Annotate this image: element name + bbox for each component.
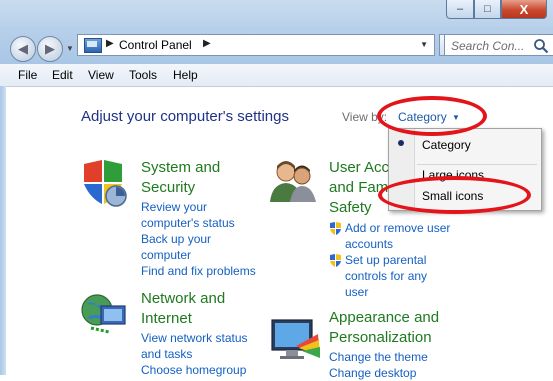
view-network-status-link[interactable]: View network status and tasks [141,330,248,362]
parental-controls-link[interactable]: Set up parental controls for any user [345,252,427,300]
address-dropdown[interactable]: ▼ [420,40,428,49]
annotation-ellipse-small-icons [378,176,531,214]
menu-edit[interactable]: Edit [52,68,73,82]
network-internet-title-line2[interactable]: Internet [141,309,225,329]
appearance-title[interactable]: Appearance and Personalization [329,308,439,348]
link-line[interactable]: accounts [345,236,450,252]
close-button[interactable]: X [501,0,547,19]
maximize-button[interactable]: □ [474,0,501,19]
change-theme-link[interactable]: Change the theme [329,349,428,365]
security-shield-icon[interactable] [80,158,130,210]
breadcrumb-control-panel[interactable]: Control Panel [119,38,192,52]
link-line[interactable]: Back up your [141,231,211,247]
back-button[interactable]: ◀ [10,36,36,62]
window-title-bar: – □ X ◀ ▶ ▼ ▶ Control Panel ▶ ▼ ⇆ Search… [0,0,553,65]
menu-view[interactable]: View [88,68,114,82]
control-panel-icon [84,38,102,53]
system-security-title[interactable]: System and Security [141,158,220,198]
breadcrumb-separator[interactable]: ▶ [203,38,211,49]
add-remove-accounts-link[interactable]: Add or remove user accounts [345,220,450,252]
breadcrumb-separator[interactable]: ▶ [106,38,114,49]
link-line[interactable]: Review your [141,199,235,215]
link-line[interactable]: computer's status [141,215,235,231]
network-globe-icon[interactable] [79,292,131,336]
address-bar[interactable]: ▶ Control Panel ▶ ▼ [77,34,435,56]
arrow-left-icon: ◀ [18,41,28,56]
back-up-link[interactable]: Back up your computer [141,231,211,263]
search-input[interactable]: Search Con... [444,34,553,56]
link-line[interactable]: View network status [141,330,248,346]
menu-separator [417,164,537,165]
network-internet-title[interactable]: Network and Internet [141,289,225,329]
system-security-title-line2[interactable]: Security [141,178,220,198]
link-line[interactable]: and tasks [141,346,248,362]
link-line[interactable]: Add or remove user [345,220,450,236]
review-status-link[interactable]: Review your computer's status [141,199,235,231]
change-desktop-link[interactable]: Change desktop [329,365,416,381]
uac-shield-icon [330,254,341,267]
choose-homegroup-link[interactable]: Choose homegroup [141,362,246,378]
find-fix-problems-link[interactable]: Find and fix problems [141,263,256,279]
recent-pages-dropdown[interactable]: ▼ [66,44,74,53]
appearance-title-line1[interactable]: Appearance and [329,308,439,328]
arrow-right-icon: ▶ [45,41,55,56]
network-internet-title-line1[interactable]: Network and [141,289,225,309]
search-icon[interactable] [533,38,549,54]
menu-option-category[interactable]: Category [422,138,471,152]
menu-help[interactable]: Help [173,68,198,82]
link-line[interactable]: user [345,284,427,300]
menu-bar: File Edit View Tools Help [0,64,553,87]
uac-shield-icon [330,222,341,235]
menu-file[interactable]: File [18,68,37,82]
link-line[interactable]: controls for any [345,268,427,284]
system-security-title-line1[interactable]: System and [141,158,220,178]
appearance-title-line2[interactable]: Personalization [329,328,439,348]
user-accounts-icon[interactable] [266,158,322,204]
link-line[interactable]: computer [141,247,211,263]
minimize-button[interactable]: – [446,0,474,19]
annotation-ellipse-viewby [377,96,487,136]
menu-tools[interactable]: Tools [129,68,157,82]
forward-button[interactable]: ▶ [37,36,63,62]
selected-radio-icon [398,140,404,146]
caption-buttons: – □ X [446,0,547,19]
appearance-icon[interactable] [268,316,322,366]
search-placeholder: Search Con... [451,39,525,53]
link-line[interactable]: Set up parental [345,252,427,268]
page-title: Adjust your computer's settings [81,108,289,125]
